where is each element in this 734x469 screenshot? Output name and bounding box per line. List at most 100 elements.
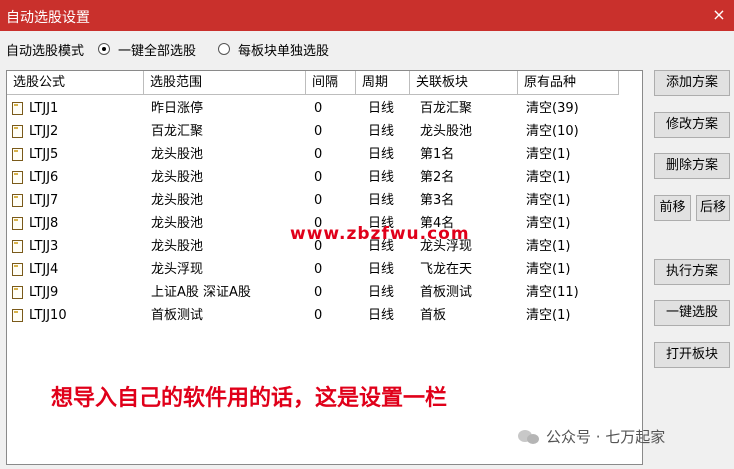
cell-sector: 第1名 <box>420 147 455 162</box>
cell-interval: 0 <box>314 193 323 208</box>
execute-scheme-button[interactable]: 执行方案 <box>654 259 730 285</box>
cell-sector: 第2名 <box>420 170 455 185</box>
title-bar: 自动选股设置 × <box>0 0 734 31</box>
cell-sector: 第3名 <box>420 193 455 208</box>
window-title: 自动选股设置 <box>6 10 90 26</box>
radio-dot-icon <box>98 43 111 55</box>
cell-range: 龙头股池 <box>151 216 204 231</box>
cell-interval: 0 <box>314 308 323 323</box>
cell-period: 日线 <box>368 170 395 185</box>
cell-interval: 0 <box>314 101 323 116</box>
document-icon <box>12 263 23 276</box>
cell-sector: 首板测试 <box>420 285 473 300</box>
cell-range: 首板测试 <box>151 308 204 323</box>
cell-formula: LTJJ2 <box>29 124 59 139</box>
col-existing[interactable]: 原有品种 <box>518 71 619 95</box>
table-row[interactable]: LTJJ9 上证A股 深证A股 0 日线 首板测试 清空(11) <box>7 282 619 304</box>
list-header: 选股公式 选股范围 间隔 周期 关联板块 原有品种 <box>7 71 619 96</box>
document-icon <box>12 240 23 253</box>
wechat-watermark-text: 公众号 · 七万起家 <box>546 428 666 446</box>
cell-period: 日线 <box>368 262 395 277</box>
cell-existing: 清空(1) <box>526 147 571 162</box>
document-icon <box>12 102 23 115</box>
caption-overlay: 想导入自己的软件用的话，这是设置一栏 <box>51 385 448 411</box>
cell-range: 龙头股池 <box>151 170 204 185</box>
radio-per-sector[interactable]: 每板块单独选股 <box>218 40 329 59</box>
table-row[interactable]: LTJJ2 百龙汇聚 0 日线 龙头股池 清空(10) <box>7 121 619 143</box>
cell-existing: 清空(39) <box>526 101 579 116</box>
document-icon <box>12 309 23 322</box>
cell-formula: LTJJ6 <box>29 170 59 185</box>
move-up-button[interactable]: 前移 <box>654 195 691 221</box>
cell-range: 龙头股池 <box>151 239 204 254</box>
cell-period: 日线 <box>368 308 395 323</box>
cell-formula: LTJJ8 <box>29 216 59 231</box>
radio-dot-icon <box>218 43 231 55</box>
col-formula[interactable]: 选股公式 <box>7 71 144 95</box>
cell-range: 昨日涨停 <box>151 101 204 116</box>
move-down-button[interactable]: 后移 <box>696 195 730 221</box>
cell-interval: 0 <box>314 170 323 185</box>
table-row[interactable]: LTJJ5 龙头股池 0 日线 第1名 清空(1) <box>7 144 619 166</box>
cell-existing: 清空(1) <box>526 308 571 323</box>
table-row[interactable]: LTJJ1 昨日涨停 0 日线 百龙汇聚 清空(39) <box>7 98 619 120</box>
cell-sector: 龙头股池 <box>420 124 473 139</box>
edit-scheme-button[interactable]: 修改方案 <box>654 112 730 138</box>
cell-existing: 清空(1) <box>526 170 571 185</box>
cell-formula: LTJJ3 <box>29 239 59 254</box>
mode-label: 自动选股模式 <box>6 43 85 59</box>
one-click-select-button[interactable]: 一键选股 <box>654 300 730 326</box>
cell-interval: 0 <box>314 147 323 162</box>
cell-formula: LTJJ5 <box>29 147 59 162</box>
document-icon <box>12 217 23 230</box>
cell-formula: LTJJ9 <box>29 285 59 300</box>
cell-existing: 清空(1) <box>526 262 571 277</box>
mode-row: 自动选股模式 一键全部选股 每板块单独选股 <box>6 38 351 60</box>
cell-existing: 清空(1) <box>526 193 571 208</box>
col-interval[interactable]: 间隔 <box>306 71 356 95</box>
document-icon <box>12 194 23 207</box>
cell-period: 日线 <box>368 285 395 300</box>
cell-sector: 飞龙在天 <box>420 262 473 277</box>
document-icon <box>12 286 23 299</box>
cell-period: 日线 <box>368 147 395 162</box>
wechat-watermark: 公众号 · 七万起家 <box>518 426 665 447</box>
table-row[interactable]: LTJJ4 龙头浮现 0 日线 飞龙在天 清空(1) <box>7 259 619 281</box>
table-row[interactable]: LTJJ7 龙头股池 0 日线 第3名 清空(1) <box>7 190 619 212</box>
document-icon <box>12 171 23 184</box>
cell-existing: 清空(11) <box>526 285 579 300</box>
cell-range: 龙头浮现 <box>151 262 204 277</box>
cell-range: 上证A股 深证A股 <box>151 285 251 300</box>
cell-formula: LTJJ10 <box>29 308 67 323</box>
close-icon[interactable]: × <box>710 5 728 24</box>
cell-existing: 清空(1) <box>526 239 571 254</box>
col-range[interactable]: 选股范围 <box>144 71 306 95</box>
document-icon <box>12 148 23 161</box>
cell-formula: LTJJ7 <box>29 193 59 208</box>
cell-formula: LTJJ4 <box>29 262 59 277</box>
table-row[interactable]: LTJJ6 龙头股池 0 日线 第2名 清空(1) <box>7 167 619 189</box>
cell-period: 日线 <box>368 101 395 116</box>
open-sector-button[interactable]: 打开板块 <box>654 342 730 368</box>
cell-interval: 0 <box>314 285 323 300</box>
wechat-icon <box>518 429 540 445</box>
radio-all-at-once[interactable]: 一键全部选股 <box>98 40 196 59</box>
cell-range: 龙头股池 <box>151 147 204 162</box>
add-scheme-button[interactable]: 添加方案 <box>654 70 730 96</box>
cell-interval: 0 <box>314 262 323 277</box>
col-sector[interactable]: 关联板块 <box>410 71 518 95</box>
cell-period: 日线 <box>368 124 395 139</box>
cell-existing: 清空(1) <box>526 216 571 231</box>
col-period[interactable]: 周期 <box>356 71 410 95</box>
site-watermark: www.zbzfwu.com <box>290 224 470 244</box>
cell-formula: LTJJ1 <box>29 101 59 116</box>
cell-interval: 0 <box>314 124 323 139</box>
cell-sector: 首板 <box>420 308 447 323</box>
delete-scheme-button[interactable]: 删除方案 <box>654 153 730 179</box>
cell-sector: 百龙汇聚 <box>420 101 473 116</box>
cell-range: 百龙汇聚 <box>151 124 204 139</box>
radio-all-at-once-label: 一键全部选股 <box>118 43 197 59</box>
document-icon <box>12 125 23 138</box>
table-row[interactable]: LTJJ10 首板测试 0 日线 首板 清空(1) <box>7 305 619 327</box>
cell-existing: 清空(10) <box>526 124 579 139</box>
